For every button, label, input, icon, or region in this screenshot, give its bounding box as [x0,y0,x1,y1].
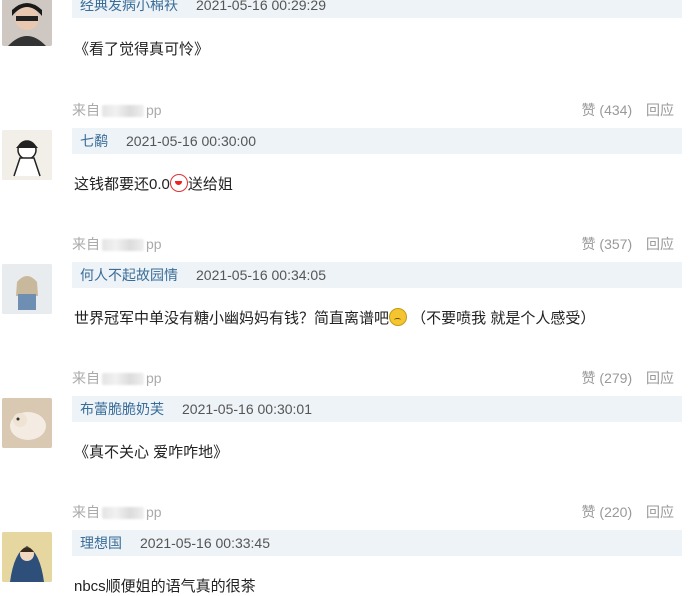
comment-text: 这钱都要还0.0 送给姐 [74,173,233,194]
blurred-source [102,105,144,118]
source-prefix: 来自 [72,370,100,386]
comment-meta: 来自 pp 赞 (357) 回应 [72,234,682,254]
comment-text-part: （不要喷我 就是个人感受） [407,310,596,327]
blurred-source [102,507,144,520]
comment-timestamp: 2021-05-16 00:33:45 [140,535,270,551]
comment-source: 来自 pp [72,502,162,522]
comment-header: 何人不起故园情 2021-05-16 00:34:05 [72,262,682,288]
source-suffix: pp [146,102,162,118]
like-button[interactable]: 赞 (279) [582,370,633,386]
source-prefix: 来自 [72,102,100,118]
comment-text: 《看了觉得真可怜》 [74,41,210,58]
source-prefix: 来自 [72,236,100,252]
comment-timestamp: 2021-05-16 00:34:05 [196,267,326,283]
avatar[interactable] [2,398,52,448]
like-button[interactable]: 赞 (357) [582,236,633,252]
avatar[interactable] [2,0,52,46]
comment-text-part: 送给姐 [187,176,233,193]
reply-button[interactable]: 回应 [646,102,674,118]
source-prefix: 来自 [72,504,100,520]
comment-header: 理想国 2021-05-16 00:33:45 [72,530,682,556]
username-link[interactable]: 理想国 [80,533,122,553]
source-suffix: pp [146,236,162,252]
comment-header: 布蕾脆脆奶芙 2021-05-16 00:30:01 [72,396,682,422]
blurred-source [102,239,144,252]
sad-emoji-icon [389,308,408,326]
comment-meta: 来自 pp 赞 (220) 回应 [72,502,682,522]
comment-source: 来自 pp [72,234,162,254]
comment-source: 来自 pp [72,368,162,388]
comment-text-part: 这钱都要还0.0 [74,176,170,193]
username-link[interactable]: 经典发病小棉袄 [80,0,178,15]
username-link[interactable]: 七鹬 [80,131,108,151]
comment-actions: 赞 (220) 回应 [582,502,674,522]
source-suffix: pp [146,370,162,386]
comment-meta: 来自 pp 赞 (279) 回应 [72,368,682,388]
avatar[interactable] [2,130,52,180]
like-button[interactable]: 赞 (220) [582,504,633,520]
comment-actions: 赞 (434) 回应 [582,100,674,120]
comment-source: 来自 pp [72,100,162,120]
comment-timestamp: 2021-05-16 00:29:29 [196,0,326,13]
comment-timestamp: 2021-05-16 00:30:01 [182,401,312,417]
reply-button[interactable]: 回应 [646,236,674,252]
like-button[interactable]: 赞 (434) [582,102,633,118]
avatar[interactable] [2,264,52,314]
comment-timestamp: 2021-05-16 00:30:00 [126,133,256,149]
comment-text-part: 世界冠军中单没有糖小幽妈妈有钱？简直离谱吧 [74,310,390,327]
reply-button[interactable]: 回应 [646,370,674,386]
comment-header: 经典发病小棉袄 2021-05-16 00:29:29 [72,0,682,18]
comment-text: 世界冠军中单没有糖小幽妈妈有钱？简直离谱吧 （不要喷我 就是个人感受） [74,307,595,328]
comment-meta: 来自 pp 赞 (434) 回应 [72,100,682,120]
comment-header: 七鹬 2021-05-16 00:30:00 [72,128,682,154]
source-suffix: pp [146,504,162,520]
comment-text: 《真不关心 爱咋咋地》 [74,444,229,461]
clown-emoji-icon [169,174,188,192]
avatar[interactable] [2,532,52,582]
blurred-source [102,373,144,386]
username-link[interactable]: 何人不起故园情 [80,265,178,285]
username-link[interactable]: 布蕾脆脆奶芙 [80,399,164,419]
comment-actions: 赞 (357) 回应 [582,234,674,254]
reply-button[interactable]: 回应 [646,504,674,520]
comment-actions: 赞 (279) 回应 [582,368,674,388]
